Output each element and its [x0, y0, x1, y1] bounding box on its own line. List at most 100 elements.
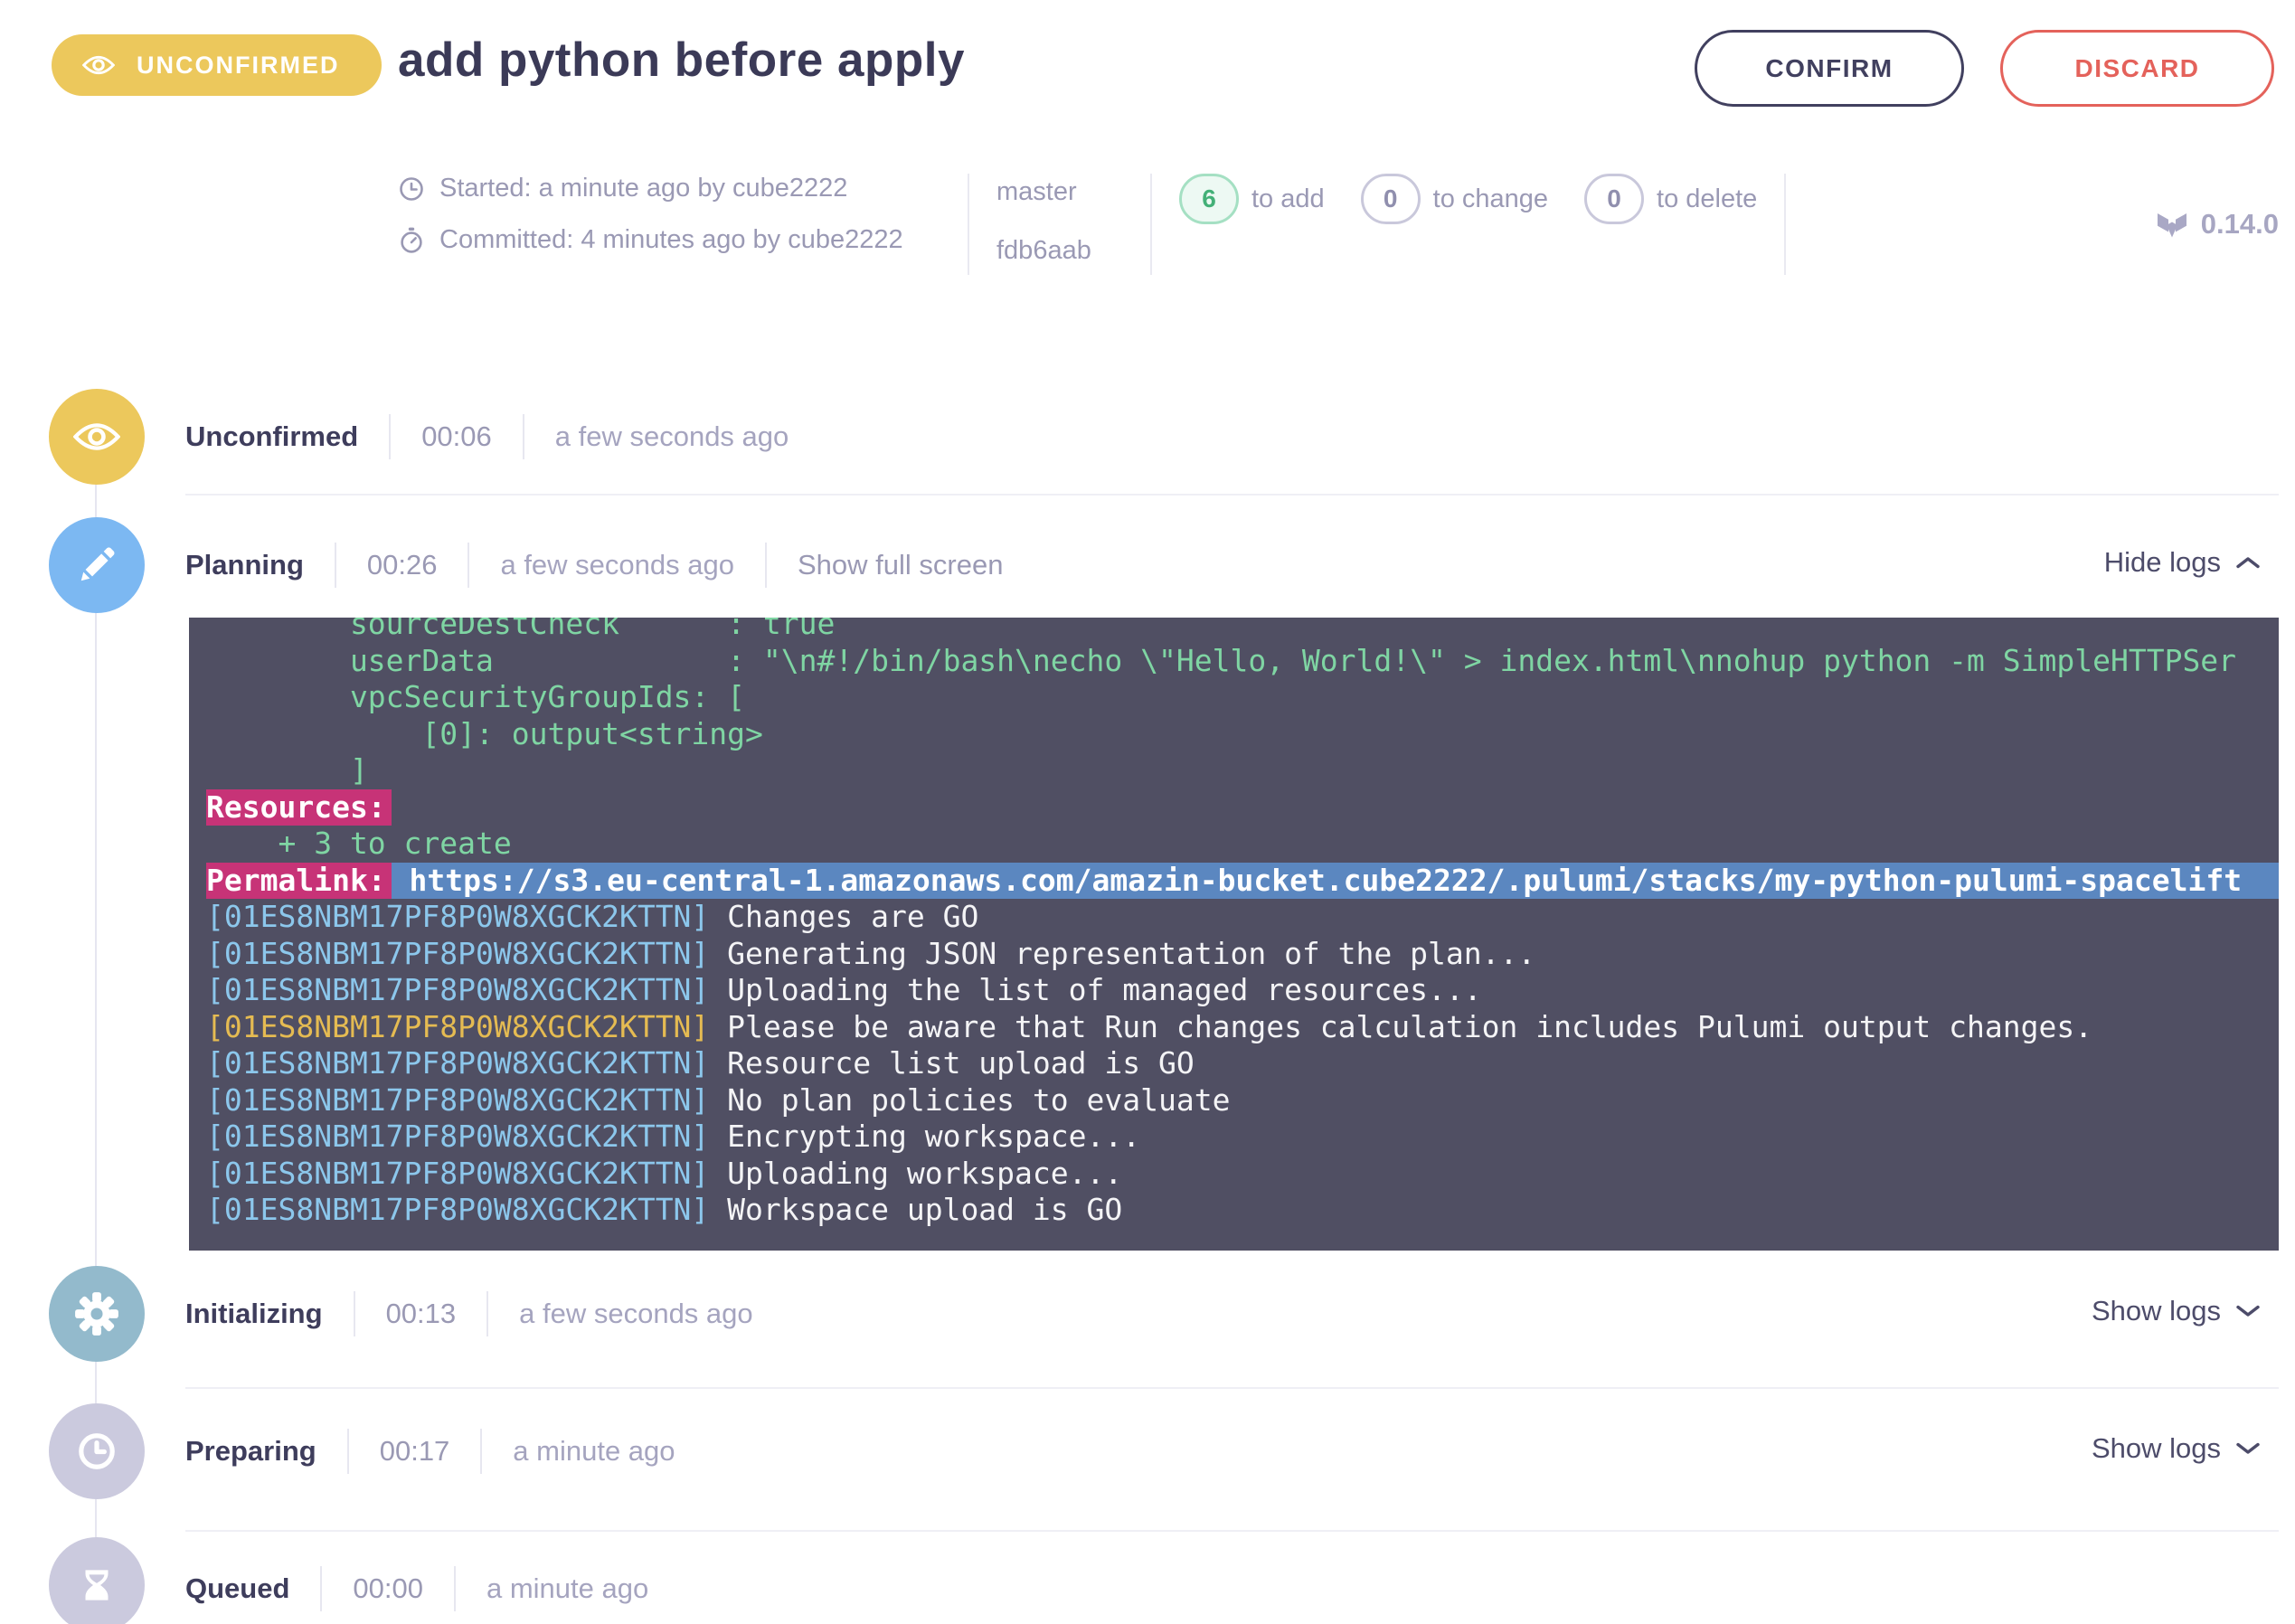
add-count-badge: 6: [1179, 174, 1239, 224]
started-row: Started: a minute ago by cube2222: [398, 174, 940, 203]
stage-name: Initializing: [185, 1298, 323, 1330]
log-segment-pink: Resources:: [206, 789, 392, 826]
clock-icon: [49, 1403, 145, 1499]
eye-icon: [49, 389, 145, 485]
log-segment-ulid: [01ES8NBM17PF8P0W8XGCK2KTTN]: [206, 936, 709, 973]
divider: [335, 543, 336, 588]
log-line: [01ES8NBM17PF8P0W8XGCK2KTTN] Encrypting …: [206, 1119, 2279, 1156]
run-meta: Started: a minute ago by cube2222 Commit…: [398, 174, 2279, 275]
show-logs-toggle-preparing[interactable]: Show logs: [2092, 1432, 2261, 1465]
divider: [486, 1291, 488, 1336]
log-line: [01ES8NBM17PF8P0W8XGCK2KTTN] Changes are…: [206, 899, 2279, 936]
log-segment-white: Uploading workspace...: [709, 1156, 1122, 1193]
log-line: Resources:: [206, 789, 2279, 826]
clock-icon: [398, 175, 425, 203]
add-count-label: to add: [1251, 184, 1325, 214]
log-line: [0]: output<string>: [206, 716, 2279, 753]
log-segment-green: userData : "\n#!/bin/bash\necho \"Hello,…: [206, 643, 2236, 680]
status-badge-label: UNCONFIRMED: [137, 52, 340, 80]
hide-logs-toggle[interactable]: Hide logs: [2104, 546, 2261, 579]
terraform-version: 0.14.0: [2156, 208, 2279, 241]
stage-row-preparing: Preparing 00:17 a minute ago: [185, 1428, 675, 1475]
log-segment-white: Changes are GO: [709, 899, 978, 936]
log-segment-green: vpcSecurityGroupIds: [: [206, 679, 745, 716]
meta-times: Started: a minute ago by cube2222 Commit…: [398, 174, 940, 255]
change-count-label: to change: [1433, 184, 1548, 214]
stage-duration: 00:06: [421, 420, 492, 453]
divider: [765, 543, 767, 588]
stopwatch-icon: [398, 227, 425, 254]
stage-timestamp: a minute ago: [513, 1435, 675, 1468]
stage-row-planning: Planning 00:26 a few seconds ago Show fu…: [185, 542, 1003, 589]
pencil-icon: [49, 517, 145, 613]
stage-row-unconfirmed: Unconfirmed 00:06 a few seconds ago: [185, 413, 789, 460]
log-lines: sourceDestCheck : true userData : "\n#!/…: [206, 618, 2279, 1229]
confirm-button[interactable]: CONFIRM: [1695, 30, 1964, 107]
log-segment-pink: Permalink:: [206, 863, 392, 900]
meta-divider: [1150, 174, 1152, 275]
log-line: [01ES8NBM17PF8P0W8XGCK2KTTN] Generating …: [206, 936, 2279, 973]
committed-text: Committed: 4 minutes ago by cube2222: [439, 225, 903, 255]
delete-count-label: to delete: [1657, 184, 1757, 214]
divider: [347, 1429, 349, 1474]
log-segment-ulid: [01ES8NBM17PF8P0W8XGCK2KTTN]: [206, 972, 709, 1009]
row-separator: [185, 1530, 2279, 1532]
divider: [480, 1429, 482, 1474]
log-segment-green: ]: [206, 752, 368, 789]
chevron-up-icon: [2235, 555, 2261, 570]
log-line: [01ES8NBM17PF8P0W8XGCK2KTTN] Uploading t…: [206, 972, 2279, 1009]
delete-count-badge: 0: [1584, 174, 1644, 224]
status-badge: UNCONFIRMED: [52, 34, 382, 96]
page-title: add python before apply: [398, 33, 965, 88]
log-segment-ulid: [01ES8NBM17PF8P0W8XGCK2KTTN]: [206, 1119, 709, 1156]
gear-icon: [49, 1266, 145, 1362]
log-line: [01ES8NBM17PF8P0W8XGCK2KTTN] No plan pol…: [206, 1082, 2279, 1119]
planning-log-terminal[interactable]: sourceDestCheck : true userData : "\n#!/…: [189, 618, 2279, 1251]
log-line: [01ES8NBM17PF8P0W8XGCK2KTTN] Please be a…: [206, 1009, 2279, 1046]
chevron-down-icon: [2235, 1441, 2261, 1456]
show-fullscreen-link[interactable]: Show full screen: [798, 549, 1003, 581]
row-separator: [185, 494, 2279, 496]
stage-name: Queued: [185, 1572, 289, 1605]
change-summary: 6 to add 0 to change 0 to delete: [1179, 174, 1757, 224]
divider: [523, 414, 524, 459]
log-segment-green: + 3 to create: [206, 826, 512, 863]
log-segment-ulid: [01ES8NBM17PF8P0W8XGCK2KTTN]: [206, 899, 709, 936]
show-logs-label: Show logs: [2092, 1295, 2221, 1327]
log-line: sourceDestCheck : true: [206, 618, 2279, 643]
meta-divider: [1784, 174, 1786, 275]
show-logs-label: Show logs: [2092, 1432, 2221, 1465]
divider: [354, 1291, 355, 1336]
log-segment-white: Resource list upload is GO: [709, 1045, 1194, 1082]
divider: [320, 1566, 322, 1611]
log-line: Permalink: https://s3.eu-central-1.amazo…: [206, 863, 2279, 900]
meta-divider: [968, 174, 969, 275]
eye-icon: [82, 54, 115, 76]
chevron-down-icon: [2235, 1304, 2261, 1318]
discard-button[interactable]: DISCARD: [2000, 30, 2274, 107]
stage-timestamp: a minute ago: [486, 1572, 648, 1605]
divider: [389, 414, 391, 459]
log-segment-white: Workspace upload is GO: [709, 1192, 1122, 1229]
log-line: + 3 to create: [206, 826, 2279, 863]
meta-git: master fdb6aab: [996, 174, 1123, 266]
change-modify: 0 to change: [1361, 174, 1548, 224]
log-segment-white: No plan policies to evaluate: [709, 1082, 1230, 1119]
change-count-badge: 0: [1361, 174, 1421, 224]
row-separator: [185, 1387, 2279, 1389]
hide-logs-label: Hide logs: [2104, 546, 2221, 579]
divider: [468, 543, 469, 588]
log-segment-warn: [01ES8NBM17PF8P0W8XGCK2KTTN]: [206, 1009, 709, 1046]
log-segment-white: Encrypting workspace...: [709, 1119, 1140, 1156]
committed-row: Committed: 4 minutes ago by cube2222: [398, 225, 940, 255]
log-line: ]: [206, 752, 2279, 789]
terraform-version-text: 0.14.0: [2201, 208, 2279, 241]
show-logs-toggle-initializing[interactable]: Show logs: [2092, 1295, 2261, 1327]
stage-duration: 00:26: [367, 549, 438, 581]
stage-timestamp: a few seconds ago: [500, 549, 734, 581]
log-segment-ulid: [01ES8NBM17PF8P0W8XGCK2KTTN]: [206, 1082, 709, 1119]
stage-name: Preparing: [185, 1435, 316, 1468]
stage-name: Unconfirmed: [185, 420, 358, 453]
stage-row-initializing: Initializing 00:13 a few seconds ago: [185, 1290, 753, 1337]
terraform-icon: [2156, 208, 2188, 241]
